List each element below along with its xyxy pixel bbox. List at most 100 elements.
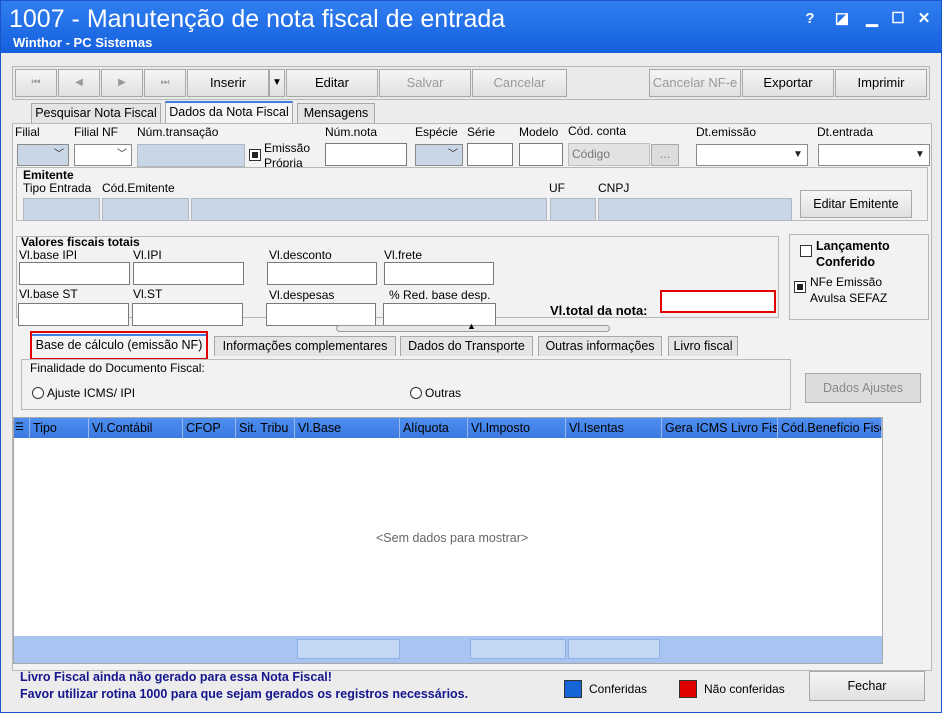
vl-frete-label: Vl.frete	[384, 248, 423, 262]
filial-nf-label: Filial NF	[74, 125, 118, 139]
especie-select[interactable]: ﹀	[415, 144, 463, 166]
filial-select[interactable]: ﹀	[17, 144, 69, 166]
finalidade-group: Finalidade do Documento Fiscal: Ajuste I…	[21, 359, 791, 410]
export-button[interactable]: Exportar	[742, 69, 834, 97]
grid-col-sit-tribu[interactable]: Sit. Tribu	[236, 418, 295, 438]
close-window-button[interactable]: ✕	[913, 9, 935, 29]
nav-prev-button[interactable]: ◀	[58, 69, 100, 97]
cod-conta-placeholder: Código	[572, 147, 611, 161]
grid-col-vl-contabil[interactable]: Vl.Contábil	[89, 418, 183, 438]
tab-dados-nota[interactable]: Dados da Nota Fiscal	[165, 101, 293, 123]
grid-menu-icon[interactable]: ☰	[14, 418, 30, 438]
grid-col-aliquota[interactable]: Alíquota	[400, 418, 468, 438]
grid-empty-text: <Sem dados para mostrar>	[376, 531, 529, 545]
grid-col-vl-base[interactable]: Vl.Base	[295, 418, 400, 438]
num-transacao-label: Núm.transação	[137, 125, 219, 139]
emitente-nome-input[interactable]	[191, 198, 547, 221]
grid-col-cod-beneficio[interactable]: Cód.Benefício Fisc	[778, 418, 882, 438]
cod-conta-input[interactable]: Código	[568, 143, 650, 166]
tab-dados-transporte[interactable]: Dados do Transporte	[400, 336, 533, 356]
emitente-title: Emitente	[23, 168, 74, 182]
grid-col-vl-imposto[interactable]: Vl.Imposto	[468, 418, 566, 438]
dt-emissao-picker[interactable]: ▼	[696, 144, 808, 166]
red-base-desp-label: % Red. base desp.	[389, 288, 491, 302]
vl-base-ipi-input[interactable]	[19, 262, 130, 285]
dt-entrada-picker[interactable]: ▼	[818, 144, 930, 166]
ajuste-label: Ajuste ICMS/ IPI	[47, 386, 136, 400]
close-button[interactable]: Fechar	[809, 671, 925, 701]
minimize-button[interactable]: ▁	[861, 9, 883, 29]
lancamento-conferido-checkbox[interactable]	[800, 245, 812, 257]
cod-conta-lookup-button[interactable]: ...	[651, 144, 679, 166]
restore-button[interactable]: ◪	[831, 9, 853, 29]
insert-button[interactable]: Inserir	[187, 69, 269, 97]
dt-emissao-label: Dt.emissão	[696, 125, 757, 139]
especie-label: Espécie	[415, 125, 458, 139]
save-button[interactable]: Salvar	[379, 69, 471, 97]
nao-conferidas-swatch	[679, 680, 697, 698]
filial-nf-select[interactable]: ﹀	[74, 144, 132, 166]
footer-message-1: Livro Fiscal ainda não gerado para essa …	[20, 670, 332, 684]
vl-st-input[interactable]	[132, 303, 243, 326]
collapse-arrow-icon: ▲	[467, 321, 476, 331]
tab-outras-informacoes[interactable]: Outras informações	[538, 336, 662, 356]
tab-mensagens[interactable]: Mensagens	[297, 103, 375, 123]
grid-col-cfop[interactable]: CFOP	[183, 418, 236, 438]
nav-last-button[interactable]: ⏭	[144, 69, 186, 97]
cancel-button[interactable]: Cancelar	[472, 69, 567, 97]
data-grid: ☰ Tipo Vl.Contábil CFOP Sit. Tribu Vl.Ba…	[13, 417, 883, 664]
maximize-button[interactable]: ☐	[887, 9, 909, 29]
filial-label: Filial	[15, 125, 40, 139]
cnpj-input[interactable]	[598, 198, 792, 221]
nav-next-button[interactable]: ▶	[101, 69, 143, 97]
help-button[interactable]: ?	[799, 9, 821, 29]
uf-input[interactable]	[550, 198, 596, 221]
cnpj-label: CNPJ	[598, 181, 630, 195]
splitter-handle[interactable]: ▲	[336, 321, 610, 332]
grid-col-tipo[interactable]: Tipo	[30, 418, 89, 438]
outras-radio[interactable]	[410, 387, 422, 399]
grid-col-gera-icms[interactable]: Gera ICMS Livro Fis	[662, 418, 778, 438]
sub-tabs: Base de cálculo (emissão NF) Informações…	[13, 331, 933, 360]
tipo-entrada-label: Tipo Entrada	[23, 181, 92, 195]
window-subtitle: Winthor - PC Sistemas	[13, 35, 153, 50]
insert-dropdown-button[interactable]: ▼	[269, 69, 285, 97]
grid-footer-vl-base	[297, 639, 400, 659]
serie-input[interactable]	[467, 143, 513, 166]
vl-despesas-label: Vl.despesas	[269, 288, 335, 302]
cancel-nfe-button[interactable]: Cancelar NF-e	[649, 69, 741, 97]
modelo-input[interactable]	[519, 143, 563, 166]
vl-base-st-input[interactable]	[18, 303, 129, 326]
caret-down-icon: ▼	[915, 149, 925, 160]
dados-ajustes-button[interactable]: Dados Ajustes	[805, 373, 921, 403]
num-nota-input[interactable]	[325, 143, 407, 166]
num-transacao-input[interactable]	[137, 144, 245, 167]
vl-ipi-input[interactable]	[133, 262, 244, 285]
vl-ipi-label: Vl.IPI	[133, 248, 162, 262]
highlight-box	[30, 331, 208, 360]
edit-button[interactable]: Editar	[286, 69, 378, 97]
vl-despesas-input[interactable]	[266, 303, 376, 326]
vl-desconto-input[interactable]	[267, 262, 377, 285]
tab-livro-fiscal[interactable]: Livro fiscal	[668, 336, 738, 356]
print-button[interactable]: Imprimir	[835, 69, 927, 97]
emissao-propria-checkbox[interactable]	[249, 149, 261, 161]
cod-emitente-input[interactable]	[102, 198, 189, 221]
red-base-desp-input[interactable]	[383, 303, 496, 326]
ajuste-radio[interactable]	[32, 387, 44, 399]
nfe-emissao-checkbox[interactable]	[794, 281, 806, 293]
nav-first-button[interactable]: ⏮	[15, 69, 57, 97]
footer-message-2: Favor utilizar rotina 1000 para que seja…	[20, 687, 469, 701]
grid-col-vl-isentas[interactable]: Vl.Isentas	[566, 418, 662, 438]
window-title: 1007 - Manutenção de nota fiscal de entr…	[9, 5, 506, 33]
vl-total-nota-input[interactable]	[660, 290, 776, 313]
tab-pesquisar[interactable]: Pesquisar Nota Fiscal	[31, 103, 161, 123]
edit-emitente-button[interactable]: Editar Emitente	[800, 190, 912, 218]
tab-info-complementares[interactable]: Informações complementares	[214, 336, 396, 356]
chevron-down-icon: ﹀	[448, 149, 458, 160]
nfe-label-1: NFe Emissão	[810, 275, 883, 289]
tipo-entrada-input[interactable]	[23, 198, 100, 221]
cod-emitente-label: Cód.Emitente	[102, 181, 175, 195]
vl-frete-input[interactable]	[384, 262, 494, 285]
conferidas-swatch	[564, 680, 582, 698]
